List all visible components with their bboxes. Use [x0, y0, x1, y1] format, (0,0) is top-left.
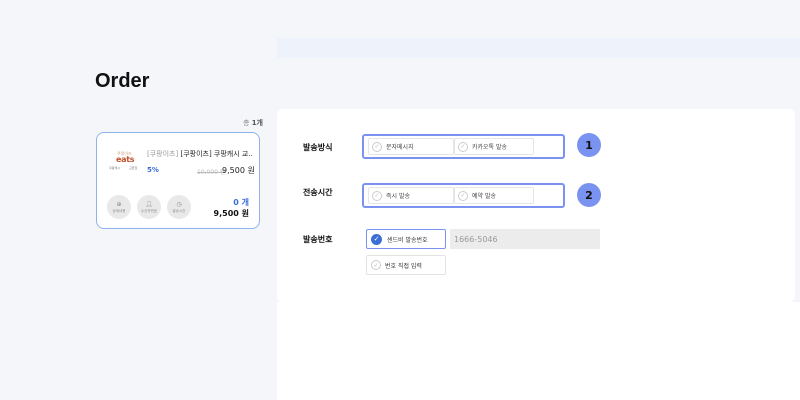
send-method-option-sms[interactable]: ✓ 문자메시지	[368, 138, 454, 155]
product-price: 9,500 원	[222, 166, 255, 175]
check-icon: ✓	[372, 190, 382, 201]
check-icon: ✓	[371, 260, 381, 270]
product-brand: [쿠팡이츠]	[147, 150, 179, 158]
send-time-button-label: 발송시간	[172, 208, 186, 213]
page-title: Order	[95, 70, 150, 92]
cart-count-value: 1개	[251, 119, 263, 127]
product-quantity: 0 개	[233, 198, 249, 207]
product-total: 9,500 원	[213, 209, 249, 218]
detail-button[interactable]: ⊕ 상세내용	[107, 195, 131, 219]
send-method-option-kakao-label: 카카오톡 발송	[472, 144, 508, 151]
product-thumbnail: 쿠팡이츠 eats 쿠팡캐시 교환권	[109, 149, 143, 171]
cart-count: 총 1개	[243, 118, 263, 128]
check-icon: ✓	[458, 141, 468, 152]
thumb-sub-right: 교환권	[129, 166, 138, 170]
recipient-button[interactable]: 👤︎ 수신자번호	[137, 195, 161, 219]
product-name: [쿠팡이츠] [쿠팡이츠] 쿠팡캐시 교...	[147, 149, 253, 159]
thumb-logo-text: eats	[116, 155, 135, 164]
send-number-option-custom-label: 번호 직접 입력	[385, 262, 422, 270]
product-discount: 5%	[147, 166, 159, 174]
send-number-option-custom[interactable]: ✓ 번호 직접 입력	[366, 255, 446, 275]
send-method-options: ✓ 문자메시지 ✓ 카카오톡 발송	[362, 134, 565, 159]
clock-icon: ◷	[176, 200, 182, 208]
product-actions: ⊕ 상세내용 👤︎ 수신자번호 ◷ 발송시간	[107, 195, 191, 219]
send-method-label: 발송방식	[303, 143, 333, 152]
check-icon: ✓	[371, 233, 382, 245]
send-time-option-reserve-label: 예약 발송	[472, 193, 496, 200]
top-band	[277, 38, 800, 58]
check-icon: ✓	[458, 190, 468, 201]
plus-circle-icon: ⊕	[116, 200, 122, 208]
thumb-sub-left: 쿠팡캐시	[109, 166, 121, 170]
product-title: [쿠팡이츠] 쿠팡캐시 교...	[180, 150, 253, 158]
send-time-option-now-label: 즉시 발송	[386, 193, 410, 200]
step-badge-1: 1	[577, 133, 601, 157]
send-time-options: ✓ 즉시 발송 ✓ 예약 발송	[362, 183, 565, 208]
person-icon: 👤︎	[145, 200, 153, 208]
send-method-option-kakao[interactable]: ✓ 카카오톡 발송	[454, 138, 534, 155]
send-time-option-now[interactable]: ✓ 즉시 발송	[368, 187, 454, 204]
send-time-option-reserve[interactable]: ✓ 예약 발송	[454, 187, 534, 204]
send-number-input[interactable]	[450, 229, 600, 249]
check-icon: ✓	[372, 141, 382, 152]
send-number-option-default[interactable]: ✓ 센드비 발송번호	[366, 229, 446, 249]
lower-panel	[277, 302, 800, 400]
send-method-option-sms-label: 문자메시지	[386, 144, 414, 151]
product-card[interactable]: 쿠팡이츠 eats 쿠팡캐시 교환권 [쿠팡이츠] [쿠팡이츠] 쿠팡캐시 교.…	[96, 132, 260, 229]
send-number-option-default-label: 센드비 발송번호	[387, 236, 428, 244]
step-badge-2: 2	[577, 183, 601, 207]
detail-button-label: 상세내용	[112, 208, 126, 213]
send-time-button[interactable]: ◷ 발송시간	[167, 195, 191, 219]
recipient-button-label: 수신자번호	[140, 208, 158, 213]
send-time-label: 전송시간	[303, 188, 333, 197]
send-number-label: 발송번호	[303, 235, 333, 244]
cart-count-prefix: 총	[243, 119, 250, 127]
